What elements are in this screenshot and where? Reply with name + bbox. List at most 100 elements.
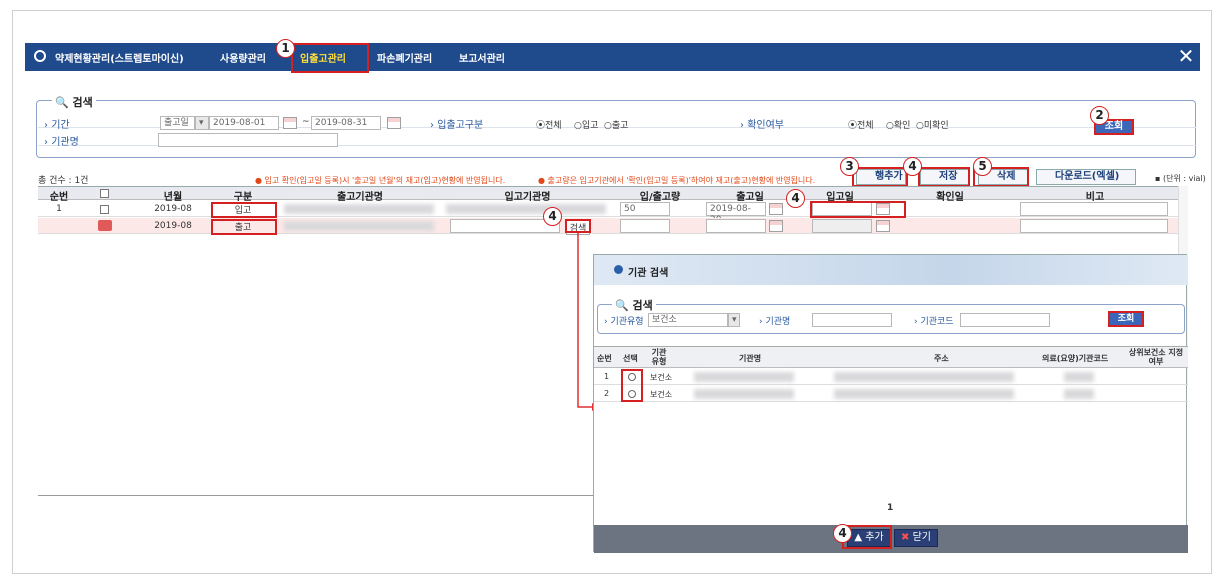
institution-input[interactable] [158,133,338,147]
annotation-box-search [565,219,591,233]
total-count: 총 건수 : 1건 [38,176,89,186]
annotation-box-radio [621,369,643,402]
top-menu-bar: 약제현황관리(스트렙토마이신) 사용량관리 입출고관리 파손폐기관리 보고서관리 [25,43,1200,71]
download-excel-button[interactable]: 다운로드(엑셀) [1036,169,1136,185]
note-input[interactable] [1020,202,1168,216]
date-type-select[interactable]: 출고일 [160,116,195,130]
confirm-radio-no[interactable]: ○미확인 [916,118,949,131]
pcol-code: 의료(요양)기관코드 [1042,354,1109,363]
popup-grid-header: 순번 선택 기관유형 기관명 주소 의료(요양)기관코드 상위보건소 지정여부 [594,346,1188,368]
annotation-3: 3 [840,157,859,176]
io-type-label: › 입출고구분 [430,120,484,131]
annotation-5: 5 [973,157,992,176]
name-input[interactable] [812,313,892,327]
pcol-type: 기관유형 [651,348,667,366]
pcol-name: 기관명 [739,354,762,363]
name-label: › 기관명 [759,317,791,327]
pcol-address: 주소 [934,354,949,363]
bullet-icon [614,265,623,274]
row-checkbox[interactable] [100,205,109,214]
annotation-box-in-date [810,201,906,218]
unit-label: ▪ (단위 : vial) [1155,174,1206,183]
row-ym: 2019-08 [154,221,192,231]
grid-header: 순번 년월 구분 출고기관명 입고기관명 입/출고량 출고일 입고일 확인일 비… [38,186,1178,203]
annotation-box-add [852,167,908,187]
popup-header: 기관 검색 [594,255,1188,285]
chevron-down-icon[interactable]: ▾ [728,313,740,327]
prow-type: 보건소 [650,390,673,399]
in-date-input [812,219,872,233]
table-row[interactable]: 2019-08 출고 검색 [38,218,1178,235]
io-radio-in[interactable]: ○입고 [574,118,598,131]
type-select[interactable]: 보건소 [648,313,728,327]
redacted-text [1064,389,1094,399]
chevron-down-icon[interactable]: ▾ [195,116,209,130]
annotation-box-in [211,202,277,218]
date-to-input[interactable]: 2019-08-31 [311,116,381,130]
note-out: ● 출고량은 입고기관에서 '확인(입고일 등록)'하여야 재고(출고)현황에 … [538,176,816,185]
out-date-input[interactable] [706,219,766,233]
qty-input[interactable] [620,219,670,233]
io-radio-out[interactable]: ○출고 [604,118,628,131]
tab-report[interactable]: 보고서관리 [459,50,505,65]
redacted-text [834,389,1014,399]
annotation-box-save [918,167,970,187]
institution-search-popup: 기관 검색 🔍 검색 › 기관유형 보건소 ▾ › 기관명 › 기관코드 조회 … [593,254,1188,553]
period-label: › 기간 [44,120,70,131]
divider [38,495,593,496]
annotation-4c: 4 [543,207,562,226]
pcol-parent: 상위보건소 지정여부 [1128,348,1184,366]
redacted-text [694,389,794,399]
calendar-icon [876,220,890,232]
code-input[interactable] [960,313,1050,327]
new-row-marker[interactable] [98,220,112,231]
close-icon[interactable]: ✕ [1172,43,1200,71]
popup-search-legend: 🔍 검색 [612,297,656,313]
redacted-text [284,221,434,231]
prow-no: 2 [604,389,610,398]
redacted-text [284,204,434,214]
confirm-radio-all[interactable]: ⦿전체 [848,118,874,131]
out-date-input[interactable]: 2019-08-20 [706,202,766,225]
prow-no: 1 [604,372,610,381]
pcol-select: 선택 [623,354,638,363]
annotation-box-out [211,219,277,235]
code-label: › 기관코드 [914,317,954,327]
app-title: 약제현황관리(스트렙토마이신) [55,54,184,65]
list-item[interactable]: 2 보건소 [594,386,1188,402]
list-item[interactable]: 1 보건소 [594,369,1188,385]
table-row[interactable]: 1 2019-08 입고 50 2019-08-20 [38,201,1178,225]
select-all-checkbox[interactable] [100,189,109,198]
prow-type: 보건소 [650,373,673,382]
confirm-radio-yes[interactable]: ○확인 [886,118,910,131]
calendar-icon[interactable] [769,203,783,215]
qty-input[interactable]: 50 [620,202,670,216]
annotation-4a: 4 [903,157,922,176]
io-radio-all[interactable]: ⦿전체 [536,118,562,131]
calendar-icon[interactable] [283,117,297,129]
tab-damage[interactable]: 파손폐기관리 [377,50,432,65]
calendar-icon[interactable] [769,220,783,232]
annotation-4b: 4 [786,189,805,208]
annotation-1: 1 [276,39,295,58]
tab-usage[interactable]: 사용량관리 [220,50,266,65]
search-icon [34,50,46,62]
pagination[interactable]: 1 [887,503,893,513]
note-in: ● 입고 확인(입고일 등록)시 '출고일 년월'의 재고(입고)현황에 반영됩… [255,176,506,185]
date-separator: ~ [302,117,310,127]
row-ym: 2019-08 [154,204,192,214]
popup-search-button[interactable]: 조회 [1108,311,1144,327]
note-input[interactable] [1020,219,1168,233]
date-from-input[interactable]: 2019-08-01 [209,116,279,130]
search-legend: 🔍 검색 [52,94,96,110]
redacted-text [1064,372,1094,382]
institution-label: › 기관명 [44,137,79,148]
popup-title: 기관 검색 [628,268,669,279]
close-button[interactable]: ✖ 닫기 [894,529,938,547]
pcol-no: 순번 [597,354,612,363]
row-no: 1 [56,204,62,214]
redacted-text [446,204,606,214]
redacted-text [694,372,794,382]
annotation-box-tab [291,43,369,73]
calendar-icon[interactable] [387,117,401,129]
